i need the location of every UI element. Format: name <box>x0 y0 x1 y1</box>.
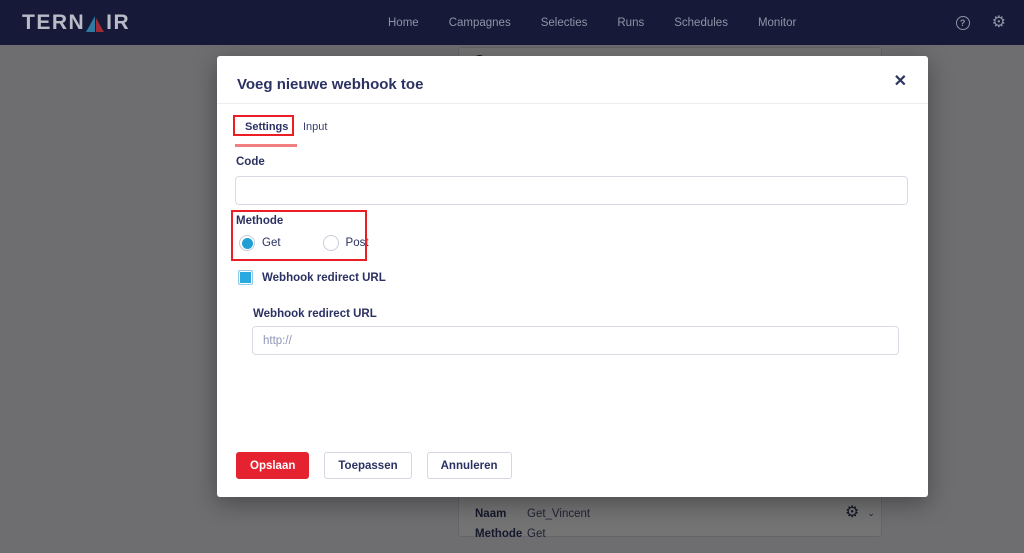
redirect-url-checkbox-row[interactable]: Webhook redirect URL <box>238 270 386 285</box>
help-icon[interactable]: ? <box>955 15 970 30</box>
nav-item-monitor[interactable]: Monitor <box>758 17 796 29</box>
radio-option-get[interactable]: Get <box>239 235 281 251</box>
redirect-url-field-label: Webhook redirect URL <box>253 308 377 320</box>
nav-item-schedules[interactable]: Schedules <box>674 17 728 29</box>
code-field-label: Code <box>236 156 265 168</box>
redirect-url-input[interactable] <box>252 326 899 355</box>
annuleren-button[interactable]: Annuleren <box>426 452 512 479</box>
nav-item-runs[interactable]: Runs <box>617 17 644 29</box>
tab-settings[interactable]: Settings <box>245 121 288 133</box>
top-navbar: TERN IR Home Campagnes Selecties Runs Sc… <box>0 0 1024 45</box>
redirect-checkbox-label: Webhook redirect URL <box>262 271 386 284</box>
logo-triangle-a-icon <box>86 15 105 32</box>
radio-get-label: Get <box>262 237 281 249</box>
radio-option-post[interactable]: Post <box>322 235 369 251</box>
radio-post-icon[interactable] <box>322 235 339 251</box>
radio-get-icon[interactable] <box>239 235 255 251</box>
methode-radio-group: Get Post <box>239 235 369 251</box>
logo-text-left: TERN <box>22 10 86 34</box>
opslaan-button[interactable]: Opslaan <box>236 452 310 479</box>
methode-field-label: Methode <box>236 215 284 227</box>
settings-gear-icon[interactable]: ⚙ <box>992 14 1006 31</box>
toepassen-button[interactable]: Toepassen <box>324 452 412 479</box>
nav-item-campagnes[interactable]: Campagnes <box>449 17 511 29</box>
modal-title: Voeg nieuwe webhook toe <box>237 76 424 93</box>
logo-text-right: IR <box>106 10 131 34</box>
active-tab-underline <box>235 144 297 147</box>
main-navigation: Home Campagnes Selecties Runs Schedules … <box>388 0 796 45</box>
close-icon[interactable]: ✕ <box>894 74 907 90</box>
title-divider <box>217 103 928 104</box>
navbar-icons: ? ⚙ <box>955 0 1006 45</box>
ternair-logo[interactable]: TERN IR <box>22 11 130 35</box>
modal-button-row: Opslaan Toepassen Annuleren <box>236 452 512 479</box>
checkbox-checked-icon[interactable] <box>238 270 253 285</box>
nav-item-home[interactable]: Home <box>388 17 419 29</box>
add-webhook-modal: Voeg nieuwe webhook toe ✕ Settings Input… <box>217 56 928 497</box>
tab-input[interactable]: Input <box>303 121 327 133</box>
nav-item-selecties[interactable]: Selecties <box>541 17 588 29</box>
code-input[interactable] <box>235 176 908 205</box>
radio-post-label: Post <box>345 237 369 249</box>
